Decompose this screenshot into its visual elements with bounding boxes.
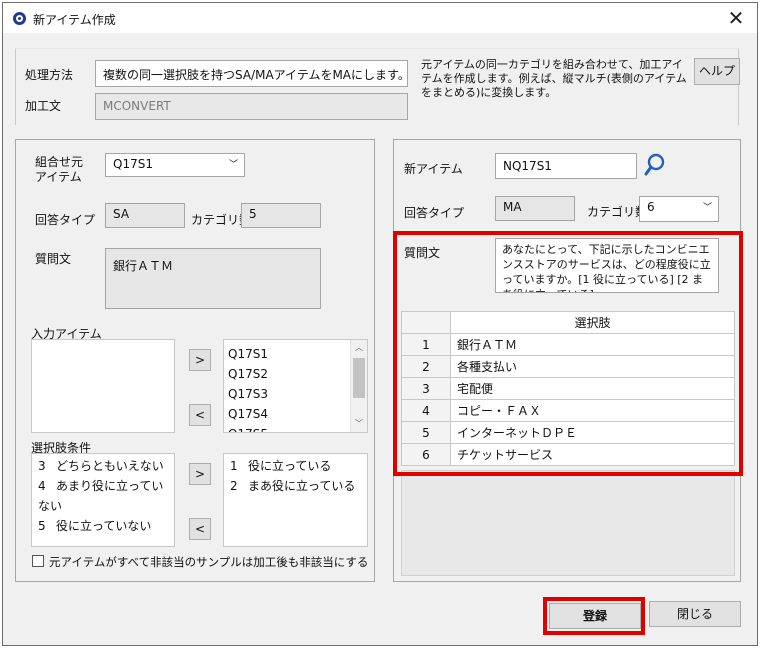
choices-grid-empty [401, 470, 735, 576]
conditions-selected-list[interactable]: 1 役に立っている 2 まあ役に立っている [223, 453, 368, 547]
add-condition-button[interactable]: > [189, 463, 211, 485]
list-item[interactable]: Q17S4 [228, 404, 367, 424]
list-item[interactable]: 1 役に立っている [230, 456, 367, 476]
new-answer-type-label: 回答タイプ [404, 206, 465, 220]
choice-number: 6 [401, 443, 451, 466]
method-label: 処理方法 [25, 68, 74, 82]
table-row[interactable]: 4 コピー・ＦＡＸ [401, 399, 735, 422]
search-icon[interactable] [643, 152, 667, 178]
source-item-value: Q17S1 [113, 157, 153, 171]
app-logo-icon [13, 12, 26, 25]
choice-number: 2 [401, 355, 451, 378]
answer-type-label: 回答タイプ [35, 213, 96, 227]
category-count-field: 5 [241, 203, 321, 228]
list-item-number: 2 [230, 479, 238, 493]
new-question-label: 質問文 [404, 246, 441, 260]
close-icon[interactable]: ✕ [723, 5, 749, 31]
table-row[interactable]: 2 各種支払い [401, 355, 735, 378]
source-item-select[interactable]: Q17S1 ﹀ [105, 153, 245, 177]
help-button[interactable]: ヘルプ [694, 58, 740, 85]
close-button[interactable]: 閉じる [649, 601, 741, 627]
table-row[interactable]: 5 インターネットＤＰＥ [401, 421, 735, 444]
list-item-number: 3 [38, 459, 46, 473]
formula-field[interactable]: MCONVERT [95, 93, 408, 120]
exclude-checkbox[interactable] [32, 555, 44, 567]
list-item[interactable]: Q17S5 [228, 424, 367, 432]
list-item[interactable]: Q17S3 [228, 384, 367, 404]
question-field: 銀行ＡＴＭ [105, 248, 321, 309]
question-label: 質問文 [35, 252, 72, 266]
add-item-button[interactable]: > [189, 349, 211, 371]
list-item[interactable]: Q17S2 [228, 364, 367, 384]
method-field[interactable]: 複数の同一選択肢を持つSA/MAアイテムをMAにします。 [95, 60, 408, 87]
scrollbar[interactable]: ︿ ﹀ [350, 340, 367, 432]
new-item-label: 新アイテム [404, 162, 463, 176]
list-item-number: 5 [38, 519, 46, 533]
conditions-available-list[interactable]: 3 どちらともいえない 4 あまり役に立っていない 5 役に立っていない [31, 453, 175, 547]
new-category-count-value: 6 [647, 200, 655, 214]
choice-label[interactable]: 銀行ＡＴＭ [450, 333, 735, 356]
list-item-label: どちらともいえない [56, 459, 164, 473]
choice-label[interactable]: 宅配便 [450, 377, 735, 400]
choice-label[interactable]: チケットサービス [450, 443, 735, 466]
choice-number: 5 [401, 421, 451, 444]
dialog-window: 新アイテム作成 ✕ 処理方法 複数の同一選択肢を持つSA/MAアイテムをMAにし… [2, 2, 758, 646]
list-item-label: あまり役に立っていない [38, 479, 164, 513]
new-item-field[interactable]: NQ17S1 [495, 153, 637, 179]
scroll-down-icon[interactable]: ﹀ [352, 417, 366, 431]
choice-label[interactable]: コピー・ＦＡＸ [450, 399, 735, 422]
title-bar: 新アイテム作成 ✕ [3, 3, 757, 33]
exclude-checkbox-label: 元アイテムがすべて非該当のサンプルは加工後も非該当にする [49, 555, 369, 569]
list-item[interactable]: 3 どちらともいえない [38, 456, 174, 476]
choice-label[interactable]: インターネットＤＰＥ [450, 421, 735, 444]
register-button[interactable]: 登録 [549, 603, 641, 629]
chevron-down-icon: ﹀ [228, 160, 238, 170]
method-description: 元アイテムの同一カテゴリを組み合わせて、加工アイテムを作成します。例えば、縦マル… [421, 58, 687, 99]
table-row[interactable]: 6 チケットサービス [401, 443, 735, 466]
list-item-label: 役に立っていない [56, 519, 152, 533]
list-item[interactable]: 4 あまり役に立っていない [38, 476, 174, 516]
choice-label[interactable]: 各種支払い [450, 355, 735, 378]
table-row[interactable]: 1 銀行ＡＴＭ [401, 333, 735, 356]
new-category-count-label: カテゴリ数 [587, 205, 648, 219]
remove-item-button[interactable]: < [189, 404, 211, 426]
scroll-up-icon[interactable]: ︿ [352, 341, 366, 355]
list-item-number: 4 [38, 479, 46, 493]
list-item[interactable]: 5 役に立っていない [38, 516, 174, 536]
input-items-selected-list[interactable]: Q17S1Q17S2Q17S3Q17S4Q17S5 ︿ ﹀ [223, 339, 368, 433]
choice-number: 3 [401, 377, 451, 400]
formula-label: 加工文 [25, 99, 62, 113]
window-title: 新アイテム作成 [33, 13, 116, 27]
scroll-thumb[interactable] [353, 358, 365, 398]
input-items-available-list[interactable] [31, 339, 175, 433]
new-answer-type-field: MA [495, 196, 575, 221]
new-question-field[interactable]: あなたにとって、下記に示したコンビニエンスストアのサービスは、どの程度役に立って… [495, 238, 719, 293]
list-item[interactable]: Q17S1 [228, 344, 367, 364]
answer-type-field: SA [105, 203, 185, 228]
choices-header: 選択肢 [450, 311, 735, 334]
chevron-down-icon: ﹀ [702, 203, 712, 213]
list-item-number: 1 [230, 459, 238, 473]
remove-condition-button[interactable]: < [189, 518, 211, 540]
list-item[interactable]: 2 まあ役に立っている [230, 476, 367, 496]
choice-number: 4 [401, 399, 451, 422]
choice-number: 1 [401, 333, 451, 356]
source-item-label: 組合せ元アイテム [35, 155, 84, 184]
new-category-count-select[interactable]: 6 ﹀ [639, 196, 719, 222]
list-item-label: 役に立っている [248, 459, 332, 473]
table-row[interactable]: 3 宅配便 [401, 377, 735, 400]
list-item-label: まあ役に立っている [248, 479, 356, 493]
choices-grid[interactable]: 選択肢 1 銀行ＡＴＭ 2 各種支払い 3 宅配便 4 コピー・ＦＡＸ 5 インターネットＤＰＥ 6… [401, 311, 735, 466]
